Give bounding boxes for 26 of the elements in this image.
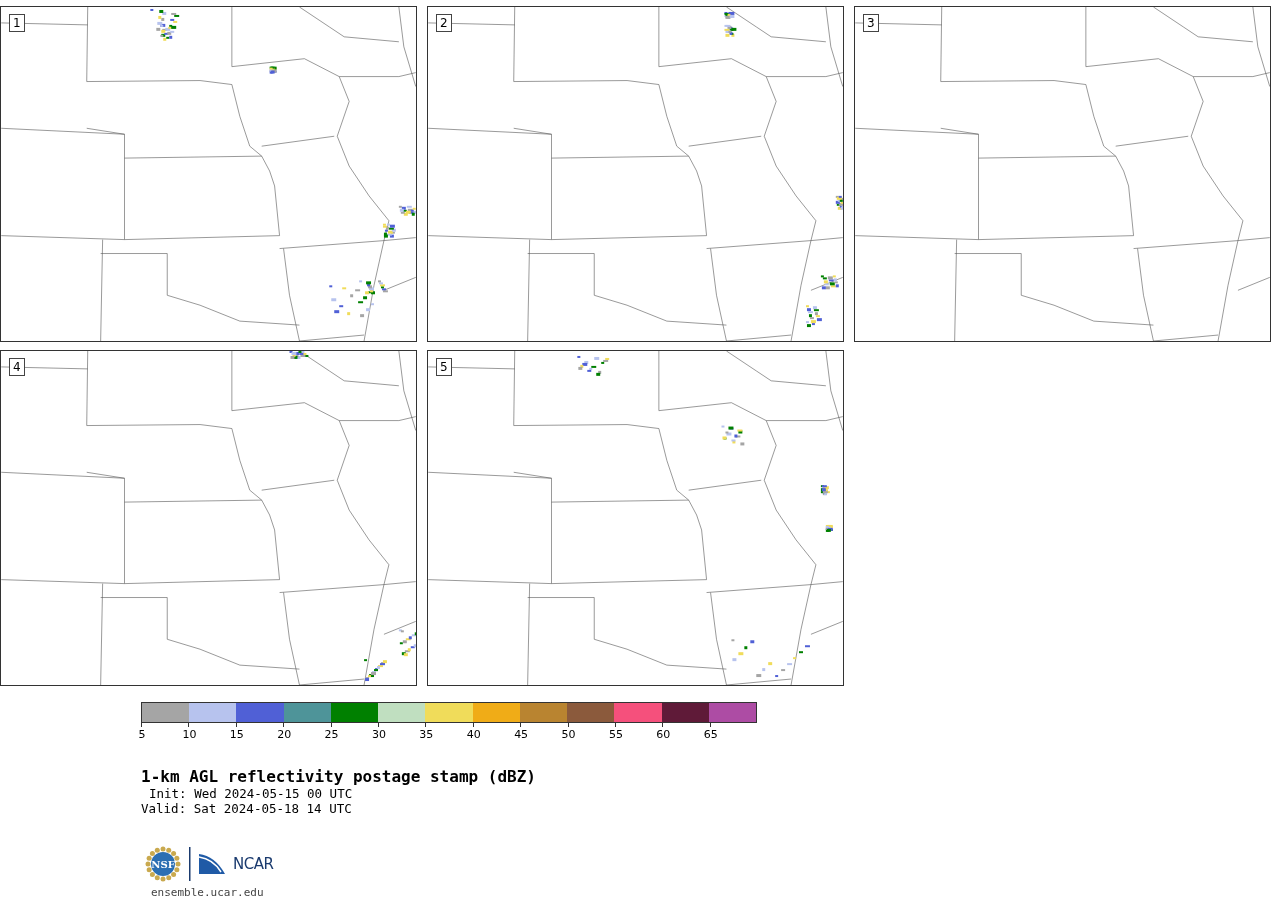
tick-label: 30 [371,728,386,741]
nsf-logo: NSF [145,846,181,882]
panel-number: 4 [9,358,25,376]
tick-label: 35 [419,728,434,741]
site-url: ensemble.ucar.edu [151,886,265,899]
tick-label: 50 [561,728,576,741]
valid-time: Valid: Sat 2024-05-18 14 UTC [141,801,353,816]
tick-label: 5 [138,728,146,741]
tick-label: 20 [277,728,292,741]
ncar-logo-text: NCAR [233,855,274,873]
tick-label: 45 [514,728,529,741]
tick-label: 10 [182,728,197,741]
tick-label: 55 [608,728,623,741]
chart-title: 1-km AGL reflectivity postage stamp (dBZ) [141,767,537,786]
panel-number: 2 [436,14,452,32]
tick-label: 40 [466,728,481,741]
init-time: Init: Wed 2024-05-15 00 UTC [148,786,354,801]
tick-label: 65 [703,728,718,741]
divider-line [189,847,191,881]
panel-number: 5 [436,358,452,376]
panel-number: 3 [863,14,879,32]
panel-number: 1 [9,14,25,32]
tick-label: 60 [656,728,671,741]
tick-label: 25 [324,728,339,741]
ncar-mark-icon [199,854,225,874]
tick-label: 15 [229,728,244,741]
